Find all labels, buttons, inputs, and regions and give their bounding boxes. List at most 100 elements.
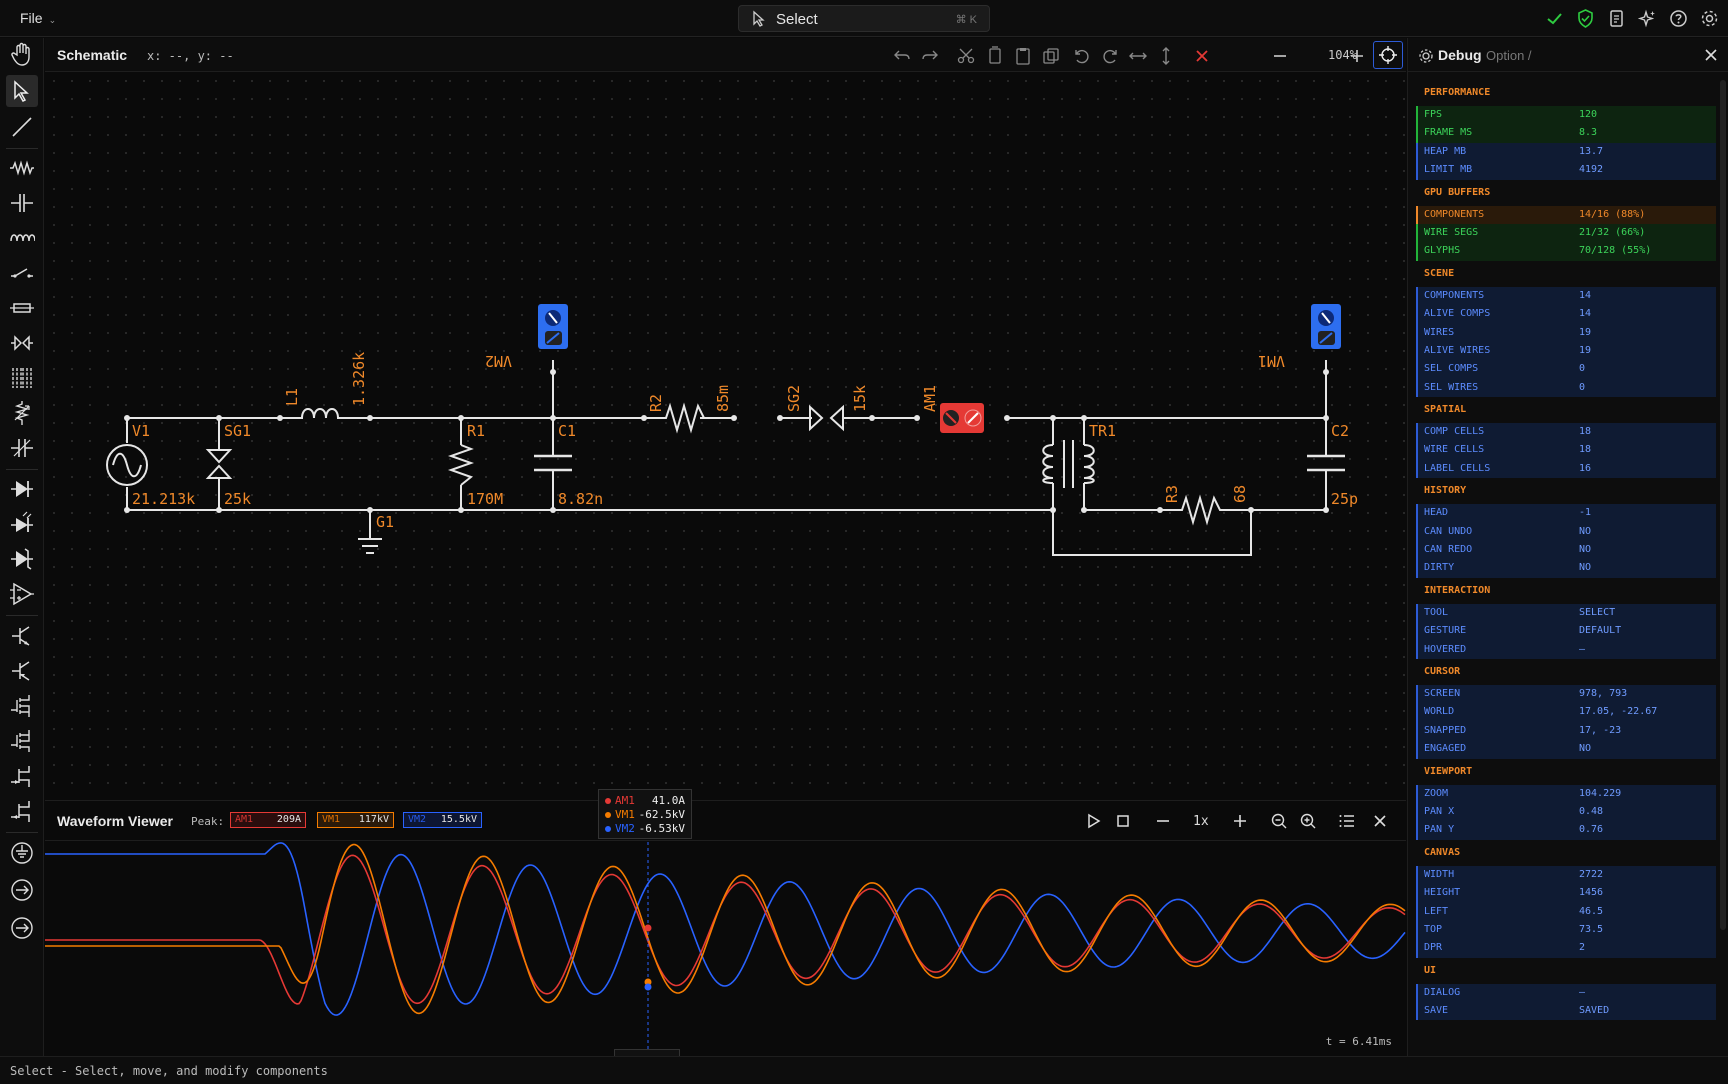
diode-tool-icon[interactable] xyxy=(6,473,38,505)
pnp-transistor-tool-icon[interactable] xyxy=(6,655,38,687)
debug-value: 17.05, -22.67 xyxy=(1579,706,1658,718)
capacitor-tool-icon[interactable] xyxy=(6,187,38,219)
debug-row: SEL COMPS 0 xyxy=(1416,360,1716,379)
speed-up-icon[interactable] xyxy=(1230,811,1250,831)
probe-out-tool-icon[interactable] xyxy=(6,912,38,944)
capacitor-c2[interactable] xyxy=(1307,454,1345,472)
debug-section-title: SCENE xyxy=(1424,267,1455,279)
label-r3: R3 xyxy=(1163,485,1181,503)
zoom-out-icon[interactable] xyxy=(1270,46,1290,66)
voltage-source-v1[interactable] xyxy=(106,444,148,486)
variable-capacitor-tool-icon[interactable] xyxy=(6,432,38,464)
debug-scrollbar[interactable] xyxy=(1720,80,1726,930)
inductor-tool-icon[interactable] xyxy=(6,222,38,254)
speed-down-icon[interactable] xyxy=(1153,811,1173,831)
debug-row: LIMIT MB 4192 xyxy=(1416,161,1716,180)
probe-in-tool-icon[interactable] xyxy=(6,874,38,906)
zener-diode-tool-icon[interactable] xyxy=(6,543,38,575)
close-icon[interactable] xyxy=(1370,811,1390,831)
debug-key: ENGAGED xyxy=(1424,743,1467,755)
jfet-n-tool-icon[interactable] xyxy=(6,760,38,792)
debug-value: 16 xyxy=(1579,462,1592,474)
label-v1: V1 xyxy=(132,422,150,440)
debug-key: TOP xyxy=(1424,923,1443,935)
fit-view-button[interactable] xyxy=(1373,41,1403,69)
label-l1: L1 xyxy=(283,388,301,406)
label-c2-value: 25p xyxy=(1331,490,1358,508)
debug-row: CAN UNDO NO xyxy=(1416,522,1716,542)
delete-icon[interactable] xyxy=(1192,46,1212,66)
pmos-tool-icon[interactable] xyxy=(6,725,38,757)
debug-value: 978, 793 xyxy=(1579,687,1628,699)
nmos-tool-icon[interactable] xyxy=(6,690,38,722)
shield-check-icon[interactable] xyxy=(1575,8,1596,29)
waveform-plot[interactable] xyxy=(45,842,1406,1057)
spark-gap-sg1[interactable] xyxy=(205,449,233,479)
zoom-in-icon[interactable] xyxy=(1298,811,1318,831)
select-tool-icon[interactable] xyxy=(6,75,38,107)
debug-value: NO xyxy=(1579,562,1592,574)
ammeter-am1[interactable] xyxy=(940,403,984,433)
cut-icon[interactable] xyxy=(956,46,976,66)
gear-icon[interactable] xyxy=(1699,8,1720,29)
transformer-tool-icon[interactable] xyxy=(6,362,38,394)
duplicate-icon[interactable] xyxy=(1041,46,1061,66)
close-icon[interactable] xyxy=(1703,47,1719,63)
debug-value: 19 xyxy=(1579,326,1592,338)
command-shortcut: ⌘ K xyxy=(955,14,977,26)
undo-icon[interactable] xyxy=(892,46,912,66)
opamp-tool-icon[interactable] xyxy=(6,578,38,610)
document-icon[interactable] xyxy=(1606,8,1627,29)
fuse-tool-icon[interactable] xyxy=(6,292,38,324)
ground-tool-icon[interactable] xyxy=(6,837,38,869)
led-tool-icon[interactable] xyxy=(6,508,38,540)
npn-transistor-tool-icon[interactable] xyxy=(6,620,38,652)
command-palette-button[interactable]: Select ⌘ K xyxy=(738,5,990,32)
list-icon[interactable] xyxy=(1337,811,1357,831)
debug-header: Debug Option / xyxy=(1408,38,1728,72)
inductor-l1[interactable] xyxy=(280,408,370,419)
wire-tool-icon[interactable] xyxy=(6,111,38,143)
switch-tool-icon[interactable] xyxy=(6,257,38,289)
spark-gap-tool-icon[interactable] xyxy=(6,327,38,359)
jfet-p-tool-icon[interactable] xyxy=(6,795,38,827)
rotate-cw-icon[interactable] xyxy=(1100,46,1120,66)
stop-icon[interactable] xyxy=(1113,811,1133,831)
rotate-ccw-icon[interactable] xyxy=(1072,46,1092,66)
voltmeter-vm1[interactable] xyxy=(1311,304,1341,349)
schematic-canvas[interactable]: V1 21.213k SG1 25k L1 1.326k R1 170M C1 … xyxy=(45,72,1406,800)
variable-resistor-tool-icon[interactable] xyxy=(6,397,38,429)
zoom-out-icon[interactable] xyxy=(1269,811,1289,831)
debug-row: TOP 73.5 xyxy=(1416,920,1716,940)
label-r1-value: 170M xyxy=(467,490,503,508)
copy-icon[interactable] xyxy=(985,46,1005,66)
file-menu[interactable]: File ⌄ xyxy=(20,10,56,26)
bug-icon xyxy=(1419,49,1433,63)
zoom-in-icon[interactable] xyxy=(1347,46,1367,66)
debug-value: — xyxy=(1579,986,1586,998)
flip-vertical-icon[interactable] xyxy=(1156,46,1176,66)
debug-key: SNAPPED xyxy=(1424,724,1467,736)
sparkles-icon[interactable] xyxy=(1637,8,1658,29)
debug-row: DIRTY NO xyxy=(1416,559,1716,578)
redo-icon[interactable] xyxy=(920,46,940,66)
debug-row: HEAD -1 xyxy=(1416,504,1716,523)
waveform-header: Waveform Viewer Peak: AM1 209A VM1 117kV V… xyxy=(45,801,1406,841)
resistor-r1[interactable] xyxy=(447,444,475,486)
play-icon[interactable] xyxy=(1083,811,1103,831)
flip-horizontal-icon[interactable] xyxy=(1128,46,1148,66)
capacitor-c1[interactable] xyxy=(534,454,572,472)
label-r2-value: 85m xyxy=(714,385,732,412)
transformer-tr1[interactable] xyxy=(1042,440,1095,488)
debug-key: PAN Y xyxy=(1424,824,1455,836)
debug-row: GESTURE DEFAULT xyxy=(1416,622,1716,641)
check-icon[interactable] xyxy=(1544,8,1565,29)
help-icon[interactable] xyxy=(1668,8,1689,29)
voltmeter-vm2[interactable] xyxy=(538,304,568,349)
resistor-tool-icon[interactable] xyxy=(6,152,38,184)
paste-icon[interactable] xyxy=(1013,46,1033,66)
debug-row: DIALOG — xyxy=(1416,983,1716,1003)
hand-tool-icon[interactable] xyxy=(6,38,38,70)
debug-value: -1 xyxy=(1579,507,1592,519)
label-g1: G1 xyxy=(376,513,394,531)
